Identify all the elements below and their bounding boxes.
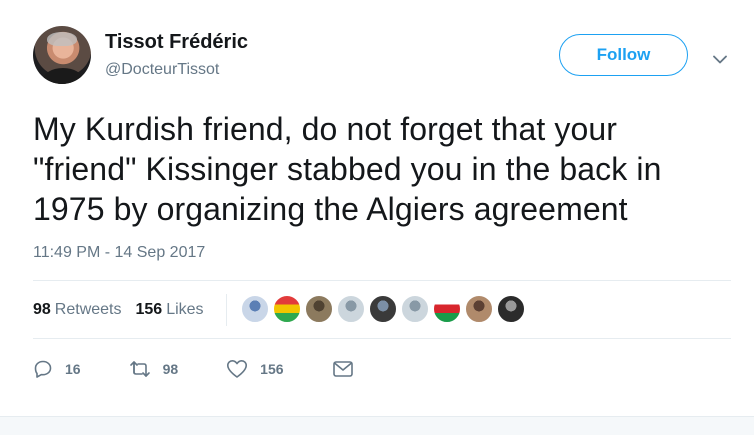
liker-avatar-6[interactable] [400, 294, 430, 324]
author-name[interactable]: Tissot Frédéric [105, 30, 248, 54]
liker-avatar-5[interactable] [368, 294, 398, 324]
heart-icon [227, 360, 248, 378]
page-footer-strip [0, 416, 754, 435]
liker-avatar-2[interactable] [272, 294, 302, 324]
avatar-shirt [43, 68, 83, 84]
direct-message-button[interactable] [332, 360, 354, 378]
like-count: 156 [260, 361, 284, 377]
author-avatar[interactable] [33, 26, 91, 84]
liker-avatar-3[interactable] [304, 294, 334, 324]
tweet-actions: 16 98 156 [33, 352, 402, 386]
avatar-hair [47, 32, 77, 46]
liker-avatar-4[interactable] [336, 294, 366, 324]
follow-button[interactable]: Follow [559, 34, 688, 76]
envelope-icon [332, 361, 353, 377]
retweets-stat-label: Retweets [54, 300, 122, 318]
retweets-stat-count: 98 [33, 300, 51, 318]
reply-count: 16 [65, 361, 81, 377]
author-handle[interactable]: @DocteurTissot [105, 60, 219, 80]
tweet-timestamp[interactable]: 11:49 PM - 14 Sep 2017 [33, 243, 205, 263]
retweet-icon [129, 361, 150, 377]
likes-stat-label: Likes [166, 300, 204, 318]
retweet-button[interactable]: 98 [129, 359, 179, 379]
liker-avatar-8[interactable] [464, 294, 494, 324]
tweet-stats: 98 Retweets 156 Likes [33, 282, 218, 337]
liker-avatar-1[interactable] [240, 294, 270, 324]
like-button[interactable]: 156 [226, 359, 284, 379]
liker-avatar-7[interactable] [432, 294, 462, 324]
likes-stat[interactable]: 156 Likes [136, 301, 204, 319]
retweets-stat[interactable]: 98 Retweets [33, 301, 122, 319]
reply-icon [34, 360, 52, 378]
stats-top-divider [33, 280, 731, 281]
retweet-count: 98 [162, 361, 179, 377]
stats-bottom-divider [33, 338, 731, 339]
chevron-down-icon[interactable] [709, 48, 731, 70]
liker-avatar-9[interactable] [496, 294, 526, 324]
reply-button[interactable]: 16 [33, 359, 81, 379]
stats-separator [226, 294, 227, 326]
liker-avatars [240, 294, 528, 324]
tweet-card: Tissot Frédéric @DocteurTissot Follow My… [0, 0, 754, 416]
likes-stat-count: 156 [135, 300, 163, 318]
tweet-text: My Kurdish friend, do not forget that yo… [33, 111, 662, 227]
